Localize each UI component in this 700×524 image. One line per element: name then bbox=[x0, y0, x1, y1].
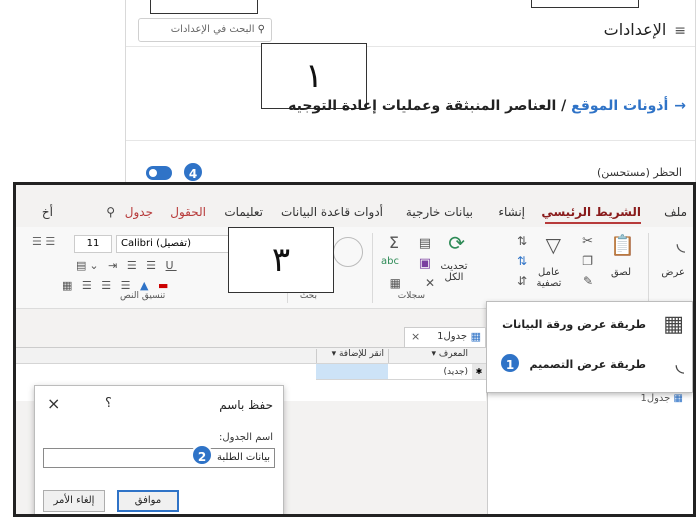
refresh-all-icon[interactable]: ⟳ bbox=[448, 233, 465, 253]
row-selector[interactable]: ✱ bbox=[472, 364, 486, 380]
filter-icon[interactable]: ▽ bbox=[546, 235, 561, 255]
column-header-add[interactable]: انقر للإضافة ▾ bbox=[316, 349, 388, 363]
ribbon-tabs: ملف الشريط الرئيسي إنشاء بيانات خارجية أ… bbox=[16, 185, 693, 227]
group-separator bbox=[648, 233, 649, 303]
menu-item-datasheet-view[interactable]: ▦ طريقة عرض ورقة البيانات bbox=[490, 310, 688, 340]
delete-record-icon[interactable]: ✕ bbox=[425, 277, 435, 289]
tab-help[interactable]: تعليمات bbox=[224, 205, 263, 219]
table-name-label: اسم الجدول: bbox=[219, 432, 273, 443]
design-view-icon: ◟ bbox=[675, 352, 684, 377]
sort-ascending-icon[interactable]: ⇅ bbox=[517, 235, 527, 247]
breadcrumb-link[interactable]: أذونات الموقع bbox=[571, 98, 668, 114]
nav-item-label: جدول1 bbox=[640, 393, 671, 404]
close-icon[interactable]: × bbox=[47, 394, 60, 413]
datasheet-icon: ▦ bbox=[663, 312, 684, 337]
font-name-select[interactable]: Calibri (تفصيل) bbox=[116, 235, 244, 253]
tab-tell-me[interactable]: أخ bbox=[42, 205, 53, 219]
find-icon[interactable] bbox=[333, 237, 363, 267]
block-toggle[interactable] bbox=[146, 166, 172, 180]
font-size-select[interactable]: 11 bbox=[74, 235, 112, 253]
view-design-icon[interactable]: ◟ bbox=[676, 233, 685, 255]
table-name-input[interactable]: بيانات الطلبة bbox=[43, 448, 275, 468]
new-record-icon[interactable]: ▤ bbox=[419, 237, 431, 250]
spelling-icon[interactable]: abc bbox=[381, 257, 399, 267]
nav-item-table1[interactable]: ▦ جدول1 bbox=[640, 393, 683, 404]
tab-label: جدول1 bbox=[437, 331, 467, 342]
step-badge-2: 2 bbox=[191, 444, 213, 466]
help-icon[interactable]: ؟ bbox=[105, 396, 112, 411]
view-button-label[interactable]: عرض bbox=[661, 267, 685, 278]
group-separator bbox=[372, 233, 373, 303]
page-title: الإعدادات bbox=[603, 20, 667, 39]
refresh-all-label[interactable]: تحديث الكل bbox=[437, 261, 471, 283]
group-label-text-formatting: تنسيق النص bbox=[120, 291, 166, 301]
filter-button-label[interactable]: عامل تصفية bbox=[533, 267, 565, 289]
more-records-icon[interactable]: ▦ bbox=[390, 277, 401, 289]
remove-sort-icon[interactable]: ⇵ bbox=[517, 275, 527, 287]
ribbon-body: ◟ عرض 📋 لصق ✂ ❐ ✎ ▽ عامل تصفية ⇅ ⇅ ⇵ ⟳ ت… bbox=[16, 227, 693, 309]
breadcrumb-separator: / bbox=[561, 98, 567, 114]
column-label: المعرف bbox=[438, 349, 468, 359]
back-arrow-icon[interactable]: → bbox=[674, 98, 686, 114]
menu-item-label: طريقة عرض ورقة البيانات bbox=[502, 318, 646, 331]
close-tab-icon[interactable]: × bbox=[411, 330, 420, 343]
access-window: ملف الشريط الرئيسي إنشاء بيانات خارجية أ… bbox=[13, 182, 696, 517]
cut-icon[interactable]: ✂ bbox=[582, 235, 593, 248]
ok-button[interactable]: موافق bbox=[117, 490, 179, 512]
format-painter-icon[interactable]: ✎ bbox=[583, 275, 593, 287]
save-as-dialog: حفظ باسم ؟ × اسم الجدول: بيانات الطلبة 2… bbox=[34, 385, 284, 514]
tab-create[interactable]: إنشاء bbox=[498, 205, 525, 219]
frame-box-left bbox=[150, 0, 258, 14]
copy-icon[interactable]: ❐ bbox=[582, 255, 593, 267]
tab-fields[interactable]: الحقول bbox=[170, 205, 206, 219]
totals-icon[interactable]: Σ bbox=[389, 235, 399, 251]
tab-file[interactable]: ملف bbox=[664, 205, 687, 219]
step-badge-1: 1 bbox=[499, 352, 521, 374]
breadcrumb-current: العناصر المنبثقة وعمليات إعادة التوجيه bbox=[288, 98, 557, 114]
selected-cell[interactable] bbox=[316, 364, 388, 380]
tab-database-tools[interactable]: أدوات قاعدة البيانات bbox=[281, 205, 383, 219]
group-label-records: سجلات bbox=[397, 291, 425, 301]
column-label: انقر للإضافة bbox=[338, 349, 384, 359]
menu-item-label: طريقة عرض التصميم bbox=[529, 358, 646, 371]
view-dropdown-menu: ▦ طريقة عرض ورقة البيانات ◟ طريقة عرض ال… bbox=[486, 301, 693, 393]
new-record-cell[interactable]: (جديد) bbox=[388, 364, 472, 380]
step-badge-4: 4 bbox=[182, 161, 204, 183]
paste-button-label[interactable]: لصق bbox=[611, 267, 631, 278]
chevron-down-icon: ▾ bbox=[331, 349, 337, 359]
search-icon[interactable]: ⚲ bbox=[106, 205, 115, 219]
breadcrumb: → أذونات الموقع / العناصر المنبثقة وعمليا… bbox=[288, 98, 686, 120]
menu-icon[interactable]: ≡ bbox=[674, 23, 686, 39]
save-record-icon[interactable]: ▣ bbox=[419, 257, 431, 270]
search-icon: ⚲ bbox=[257, 24, 265, 35]
table1-document-tab[interactable]: ▦ جدول1 × bbox=[404, 327, 486, 347]
dialog-title: حفظ باسم bbox=[219, 398, 273, 412]
tab-table[interactable]: جدول bbox=[125, 205, 153, 219]
frame-box-right bbox=[531, 0, 639, 8]
column-header-id[interactable]: المعرف ▾ bbox=[388, 349, 472, 363]
search-placeholder: البحث في الإعدادات bbox=[170, 24, 255, 35]
tab-home[interactable]: الشريط الرئيسي bbox=[541, 205, 641, 219]
header-divider bbox=[126, 46, 695, 47]
sort-descending-icon[interactable]: ⇅ bbox=[517, 255, 527, 267]
table-icon: ▦ bbox=[673, 393, 683, 404]
cancel-button[interactable]: إلغاء الأمر bbox=[43, 490, 105, 512]
paste-icon[interactable]: 📋 bbox=[610, 235, 635, 255]
section-divider bbox=[126, 140, 695, 141]
callout-frame-3: ٣ bbox=[228, 227, 334, 293]
tab-external-data[interactable]: بيانات خارجية bbox=[406, 205, 473, 219]
active-tab-underline bbox=[545, 222, 641, 224]
chevron-down-icon: ▾ bbox=[431, 349, 437, 359]
table-icon: ▦ bbox=[470, 330, 481, 343]
list-icons[interactable]: ☰ ☰ bbox=[32, 235, 70, 253]
toggle-knob bbox=[149, 169, 157, 177]
settings-panel: ≡الإعدادات ⚲ البحث في الإعدادات ١ →أذونا… bbox=[125, 0, 696, 188]
settings-search-input[interactable]: ⚲ البحث في الإعدادات bbox=[138, 18, 272, 42]
